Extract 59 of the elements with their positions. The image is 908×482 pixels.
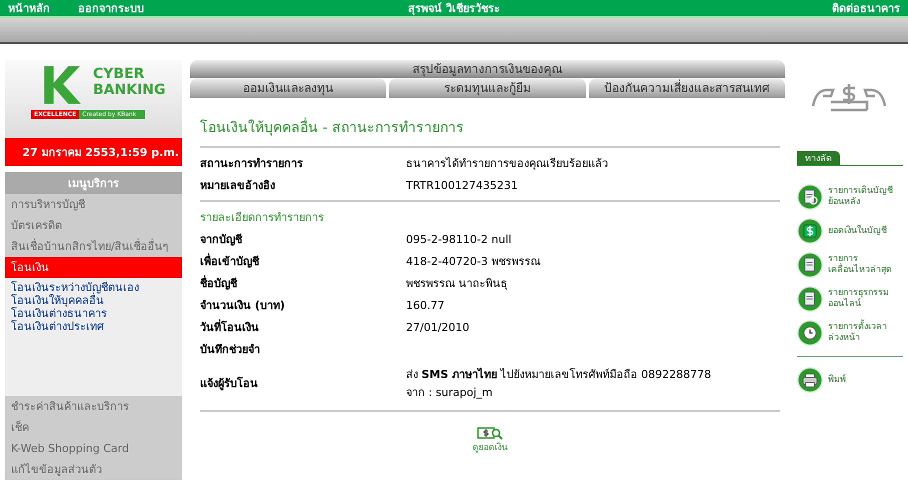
submenu-link[interactable]: โอนเงินระหว่างบัญชีตนเอง — [11, 281, 176, 294]
dollar-icon[interactable] — [797, 218, 823, 244]
field-value: พชรพรรณ นาถะพินธุ — [406, 276, 508, 292]
menu-item[interactable]: ชำระค่าสินค้าและบริการ — [5, 396, 182, 417]
field-label: สถานะการทำรายการ — [200, 156, 304, 172]
money-search-icon[interactable] — [477, 426, 503, 440]
menu-item[interactable]: K-Web Shopping Card — [5, 438, 182, 459]
field-value: 418-2-40720-3 พชรพรรณ — [406, 254, 540, 270]
field-value: จาก : surapoj_m — [406, 385, 494, 401]
tab[interactable]: ระดมทุนและกู้ยืม — [389, 78, 586, 98]
nav-link[interactable]: ติดต่อธนาคาร — [832, 0, 900, 17]
field-label: จากบัญชี — [200, 232, 244, 248]
tab[interactable]: ป้องกันความเสี่ยงและสารสนเทศ — [588, 78, 785, 98]
field-label: แจ้งผู้รับโอน — [200, 376, 259, 392]
shortcut-link[interactable]: ยอดเงินในบัญชี — [828, 226, 898, 236]
printer-icon[interactable] — [797, 367, 823, 393]
nav-link[interactable]: หน้าหลัก — [8, 0, 50, 17]
tab[interactable]: สรุปข้อมูลทางการเงินของคุณ — [190, 60, 785, 78]
document-icon[interactable] — [797, 184, 823, 210]
field-label: วันที่โอนเงิน — [200, 318, 260, 336]
submenu-link[interactable]: โอนเงินต่างธนาคาร — [11, 307, 176, 320]
menu-title: เมนูบริการ — [5, 172, 182, 194]
field-label: เพื่อเข้าบัญชี — [200, 252, 260, 270]
field-label: หมายเลขอ้างอิง — [200, 178, 276, 194]
field-label: จำนวนเงิน (บาท) — [200, 298, 286, 314]
shortcut-link[interactable]: รายการเดินบัญชีย้อนหลัง — [828, 186, 898, 208]
document-icon[interactable] — [797, 286, 823, 312]
field-label: ชื่อบัญชี — [200, 274, 238, 292]
user-name: สุรพจน์ วิเชียรวัชระ — [408, 2, 500, 15]
shortcut-link[interactable]: รายการตั้งเวลาล่วงหน้า — [828, 322, 898, 344]
menu-item[interactable]: สินเชื่อบ้านกสิกรไทย/สินเชื่ออื่นๆ — [5, 236, 182, 257]
shortcut-link[interactable]: รายการเคลื่อนไหวล่าสุด — [828, 254, 898, 276]
date-time: 27 มกราคม 2553,1:59 p.m. — [5, 138, 182, 166]
document-icon[interactable] — [797, 252, 823, 278]
shortcut-link[interactable]: รายการธุรกรรมออนไลน์ — [828, 288, 898, 310]
menu-item[interactable]: การบริหารบัญชี — [5, 194, 182, 215]
field-value: 095-2-98110-2 null — [406, 232, 512, 246]
page-title: โอนเงินให้บุคคลอื่น - สถานะการทำรายการ — [200, 116, 780, 138]
view-balance-link[interactable]: ดูยอดเงิน — [472, 440, 508, 454]
nav-link[interactable]: ออกจากระบบ — [78, 0, 144, 17]
field-label: บันทึกช่วยจำ — [200, 342, 261, 358]
logo-text: CYBER — [93, 66, 146, 82]
shortcut-title: ทางลัด — [797, 151, 840, 165]
logo-text: BANKING — [93, 82, 166, 98]
menu-item[interactable]: แก้ไขข้อมูลส่วนตัว — [5, 459, 182, 480]
field-value: 27/01/2010 — [406, 320, 470, 334]
field-value: TRTR100127435231 — [406, 178, 518, 192]
print-link[interactable]: พิมพ์ — [828, 374, 898, 386]
menu-item[interactable]: โอนเงิน — [5, 257, 182, 278]
clock-icon[interactable] — [797, 320, 823, 346]
field-value: ธนาคารได้ทำรายการของคุณเรียบร้อยแล้ว — [406, 156, 608, 172]
menu-item[interactable]: บัตรเครดิต — [5, 215, 182, 236]
section-title: รายละเอียดการทำรายการ — [200, 210, 325, 226]
field-value: 160.77 — [406, 298, 444, 312]
field-value: ส่ง SMS ภาษาไทย ไปยังหมายเลขโทรศัพท์มือถือ 0892288778 — [406, 366, 712, 383]
menu-item[interactable]: เช็ค — [5, 417, 182, 438]
tab[interactable]: ออมเงินและลงทุน — [190, 78, 386, 98]
submenu-link[interactable]: โอนเงินให้บุคคลอื่น — [11, 294, 176, 307]
submenu-link[interactable]: โอนเงินต่างประเทศ — [11, 320, 176, 333]
